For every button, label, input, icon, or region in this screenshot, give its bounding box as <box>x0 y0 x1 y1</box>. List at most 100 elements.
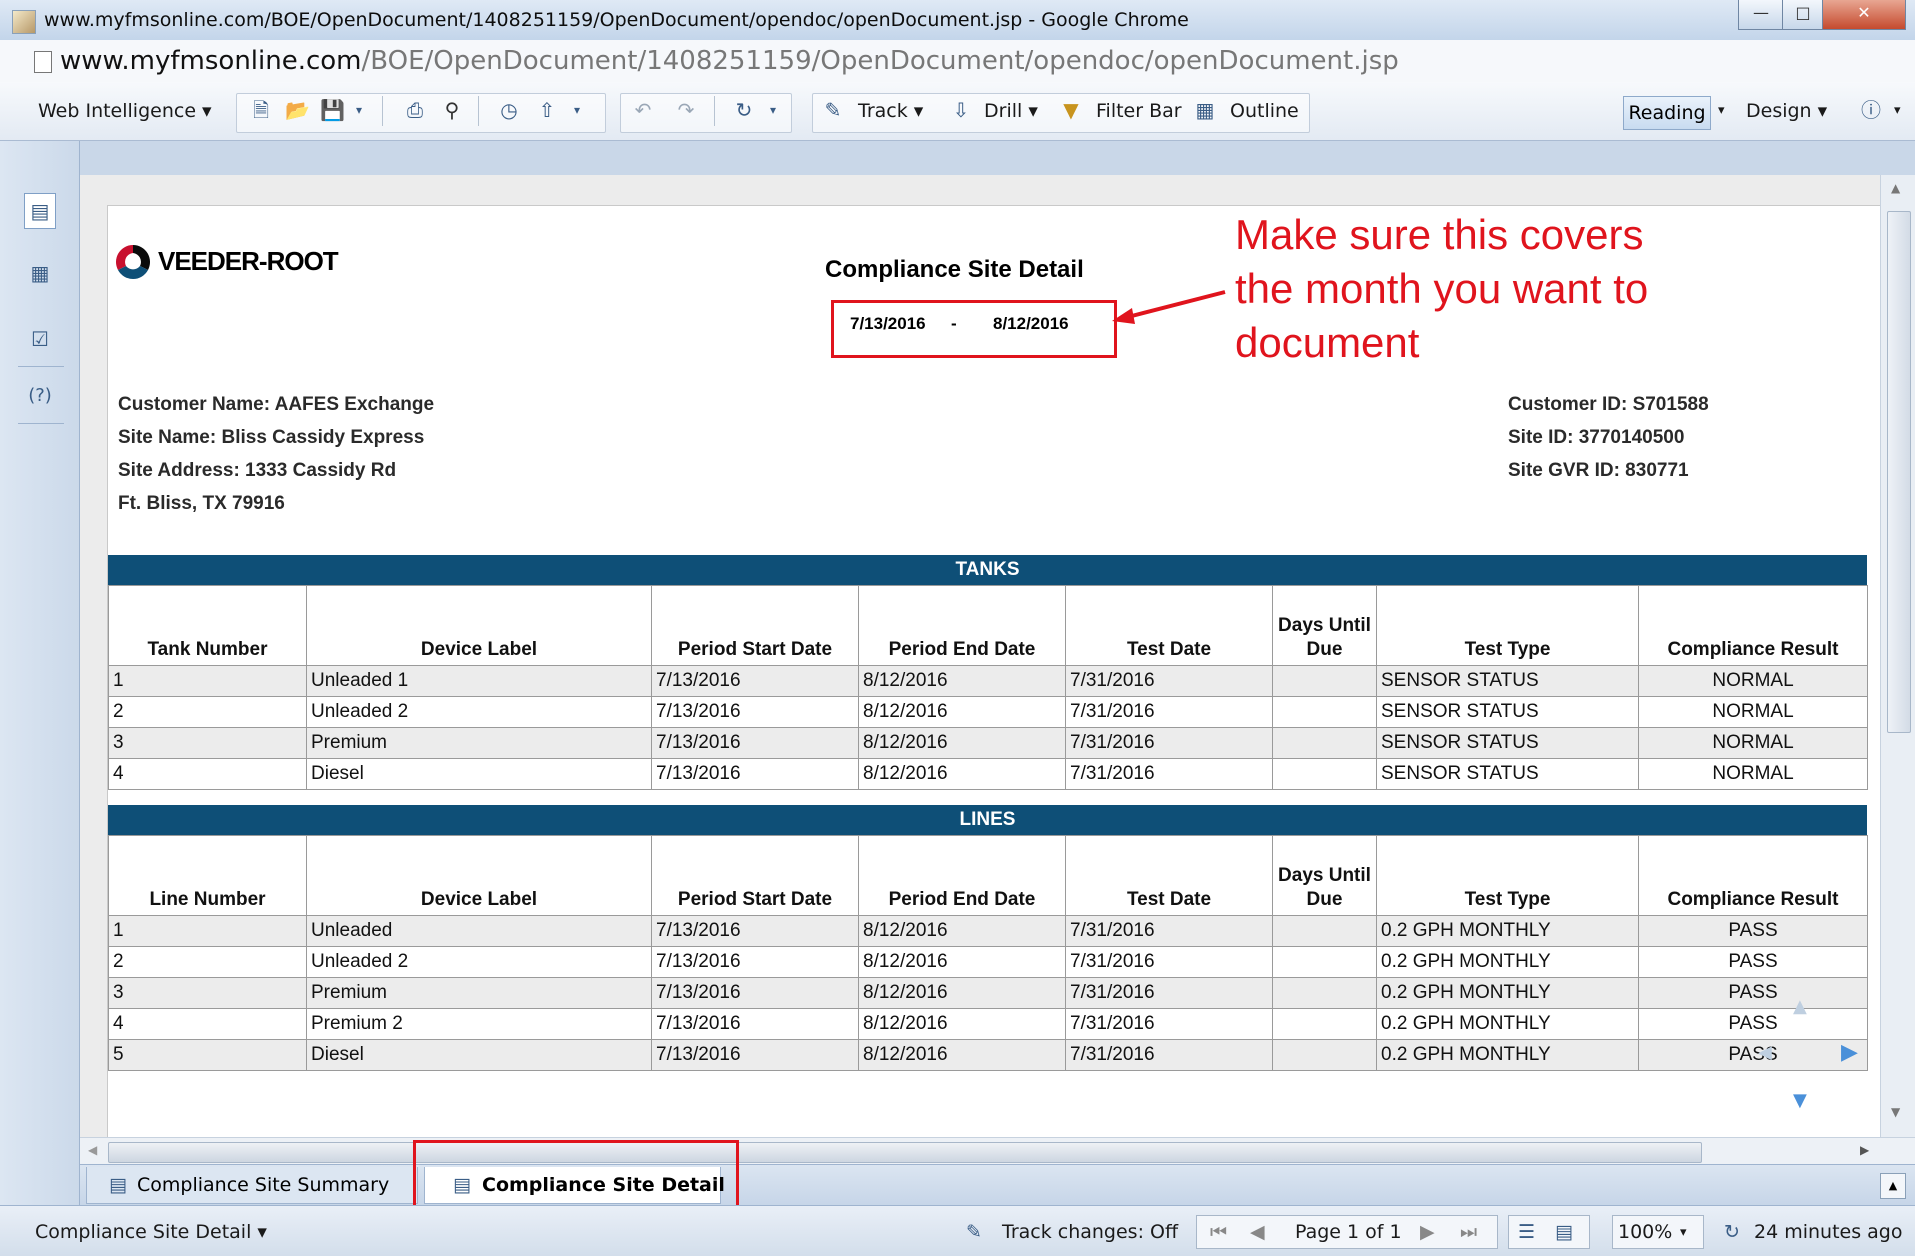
report-selector[interactable]: Compliance Site Detail ▾ <box>35 1221 267 1243</box>
table-cell: 7/13/2016 <box>651 915 859 947</box>
table-row: 5 Diesel 7/13/2016 8/12/2016 7/31/2016 0.2 GP… <box>108 1039 1868 1071</box>
table-cell: 8/12/2016 <box>858 1039 1066 1071</box>
table-cell: 7/13/2016 <box>651 977 859 1009</box>
table-cell <box>1272 758 1377 790</box>
page-down-arrow-icon[interactable]: ▼ <box>1793 1090 1807 1111</box>
outline-button[interactable]: Outline <box>1230 100 1299 122</box>
export-icon[interactable]: ⇧ <box>536 99 558 121</box>
help-panel-icon[interactable]: (?) <box>24 378 56 414</box>
filter-bar-button[interactable]: Filter Bar <box>1096 100 1182 122</box>
column-header: Test Type <box>1376 835 1639 916</box>
find-icon[interactable]: ⚲ <box>441 99 463 121</box>
input-controls-icon[interactable]: ☑ <box>24 321 56 357</box>
help-icon[interactable]: ⓘ <box>1860 99 1882 121</box>
quick-display-icon[interactable]: ☰ <box>1518 1221 1535 1243</box>
site-address: Site Address: 1333 Cassidy Rd <box>118 460 397 481</box>
scroll-down-icon[interactable]: ▼ <box>1891 1105 1900 1119</box>
table-cell: 7/13/2016 <box>651 758 859 790</box>
table-cell: 7/31/2016 <box>1065 727 1273 759</box>
table-cell: 8/12/2016 <box>858 1008 1066 1040</box>
scroll-left-icon[interactable]: ◀ <box>88 1143 97 1157</box>
first-page-icon[interactable]: ⏮ <box>1210 1221 1227 1243</box>
table-cell: 7/31/2016 <box>1065 665 1273 697</box>
redo-icon[interactable]: ↷ <box>675 99 697 121</box>
address-bar[interactable]: www.myfmsonline.com/BOE/OpenDocument/140… <box>0 40 1915 83</box>
navigation-map-icon[interactable]: ▦ <box>24 255 56 291</box>
table-cell: 8/12/2016 <box>858 696 1066 728</box>
url-text[interactable]: www.myfmsonline.com/BOE/OpenDocument/140… <box>60 46 1399 76</box>
undo-icon[interactable]: ↶ <box>632 99 654 121</box>
track-menu[interactable]: Track ▾ <box>858 100 923 122</box>
table-cell: Diesel <box>306 1039 652 1071</box>
separator <box>18 366 64 367</box>
web-intelligence-menu[interactable]: Web Intelligence ▾ <box>38 100 212 122</box>
save-icon[interactable]: 💾 <box>320 99 345 121</box>
maximize-button[interactable]: □ <box>1782 0 1824 30</box>
vertical-scroll-thumb[interactable] <box>1887 211 1911 733</box>
tab-scroll-up-icon[interactable]: ▲ <box>1880 1173 1906 1199</box>
table-cell: NORMAL <box>1638 696 1868 728</box>
lines-table: Line Number Device Label Period Start Da… <box>108 835 1868 1071</box>
reading-mode-button[interactable]: Reading <box>1623 96 1711 130</box>
scroll-up-icon[interactable]: ▲ <box>1891 181 1900 195</box>
window-title: www.myfmsonline.com/BOE/OpenDocument/140… <box>44 9 1189 31</box>
previous-page-icon[interactable]: ◀ <box>1250 1221 1265 1243</box>
table-cell: 7/31/2016 <box>1065 915 1273 947</box>
table-cell: Unleaded 2 <box>306 946 652 978</box>
table-cell: 5 <box>108 1039 307 1071</box>
column-header: Period Start Date <box>651 835 859 916</box>
export-dropdown-icon[interactable]: ▾ <box>566 99 588 121</box>
table-row: 4 Premium 2 7/13/2016 8/12/2016 7/31/2016 0.2… <box>108 1008 1868 1040</box>
table-cell: 4 <box>108 1008 307 1040</box>
scroll-right-icon[interactable]: ▶ <box>1860 1143 1869 1157</box>
minimize-button[interactable]: — <box>1738 0 1784 30</box>
vertical-scrollbar[interactable]: ▲ ▼ <box>1880 175 1915 1137</box>
new-document-icon[interactable]: 🗎 <box>250 99 272 121</box>
column-header: Device Label <box>306 835 652 916</box>
drill-menu[interactable]: Drill ▾ <box>984 100 1038 122</box>
page-left-arrow-icon[interactable]: ◀ <box>1758 1042 1772 1063</box>
next-page-icon[interactable]: ▶ <box>1420 1221 1435 1243</box>
reading-dropdown-icon[interactable]: ▾ <box>1718 103 1725 118</box>
table-cell: Unleaded <box>306 915 652 947</box>
report-tab-strip: ▤ Compliance Site Summary ▤ Compliance S… <box>80 1164 1915 1206</box>
page-up-arrow-icon[interactable]: ▲ <box>1793 996 1807 1017</box>
table-cell: 8/12/2016 <box>858 665 1066 697</box>
open-folder-icon[interactable]: 📂 <box>285 99 310 121</box>
track-icon[interactable]: ✎ <box>822 99 844 121</box>
refresh-status-icon: ↻ <box>1724 1221 1740 1243</box>
horizontal-scrollbar[interactable]: ◀ ▶ <box>80 1137 1915 1165</box>
annotation-arrow-icon <box>1112 290 1226 324</box>
horizontal-scroll-thumb[interactable] <box>108 1142 1702 1163</box>
filter-icon[interactable]: ▼ <box>1060 99 1082 121</box>
drill-icon[interactable]: ⇩ <box>950 99 972 121</box>
track-changes-icon: ✎ <box>966 1221 982 1243</box>
table-cell: 0.2 GPH MONTHLY <box>1376 977 1639 1009</box>
print-icon[interactable]: ⎙ <box>404 99 426 121</box>
table-cell: 7/31/2016 <box>1065 946 1273 978</box>
refresh-dropdown-icon[interactable]: ▾ <box>762 99 784 121</box>
page-right-arrow-icon[interactable]: ▶ <box>1841 1040 1858 1065</box>
save-dropdown-icon[interactable]: ▾ <box>348 99 370 121</box>
track-changes-status[interactable]: Track changes: Off <box>1002 1221 1178 1243</box>
page-indicator[interactable]: Page 1 of 1 <box>1295 1221 1402 1243</box>
table-cell: 8/12/2016 <box>858 727 1066 759</box>
outline-icon[interactable]: ▦ <box>1194 99 1216 121</box>
close-button[interactable]: ✕ <box>1822 0 1906 30</box>
design-menu[interactable]: Design ▾ <box>1746 100 1827 122</box>
zoom-dropdown-icon[interactable]: ▾ <box>1680 1225 1687 1240</box>
last-page-icon[interactable]: ⏭ <box>1460 1221 1477 1243</box>
help-dropdown-icon[interactable]: ▾ <box>1894 103 1901 118</box>
page-view-icon[interactable]: ▤ <box>1555 1221 1573 1243</box>
lines-section: LINES Line Number Device Label Period St… <box>108 805 1868 1071</box>
tab-compliance-site-summary[interactable]: ▤ Compliance Site Summary <box>86 1167 418 1204</box>
table-cell: 8/12/2016 <box>858 915 1066 947</box>
customer-name: Customer Name: AAFES Exchange <box>118 394 435 415</box>
page-icon <box>34 51 52 73</box>
active-tab-highlight <box>413 1140 739 1210</box>
table-cell <box>1272 977 1377 1009</box>
history-icon[interactable]: ◷ <box>498 99 520 121</box>
refresh-icon[interactable]: ↻ <box>733 99 755 121</box>
document-structure-icon[interactable]: ▤ <box>24 193 56 229</box>
table-cell: 0.2 GPH MONTHLY <box>1376 1008 1639 1040</box>
